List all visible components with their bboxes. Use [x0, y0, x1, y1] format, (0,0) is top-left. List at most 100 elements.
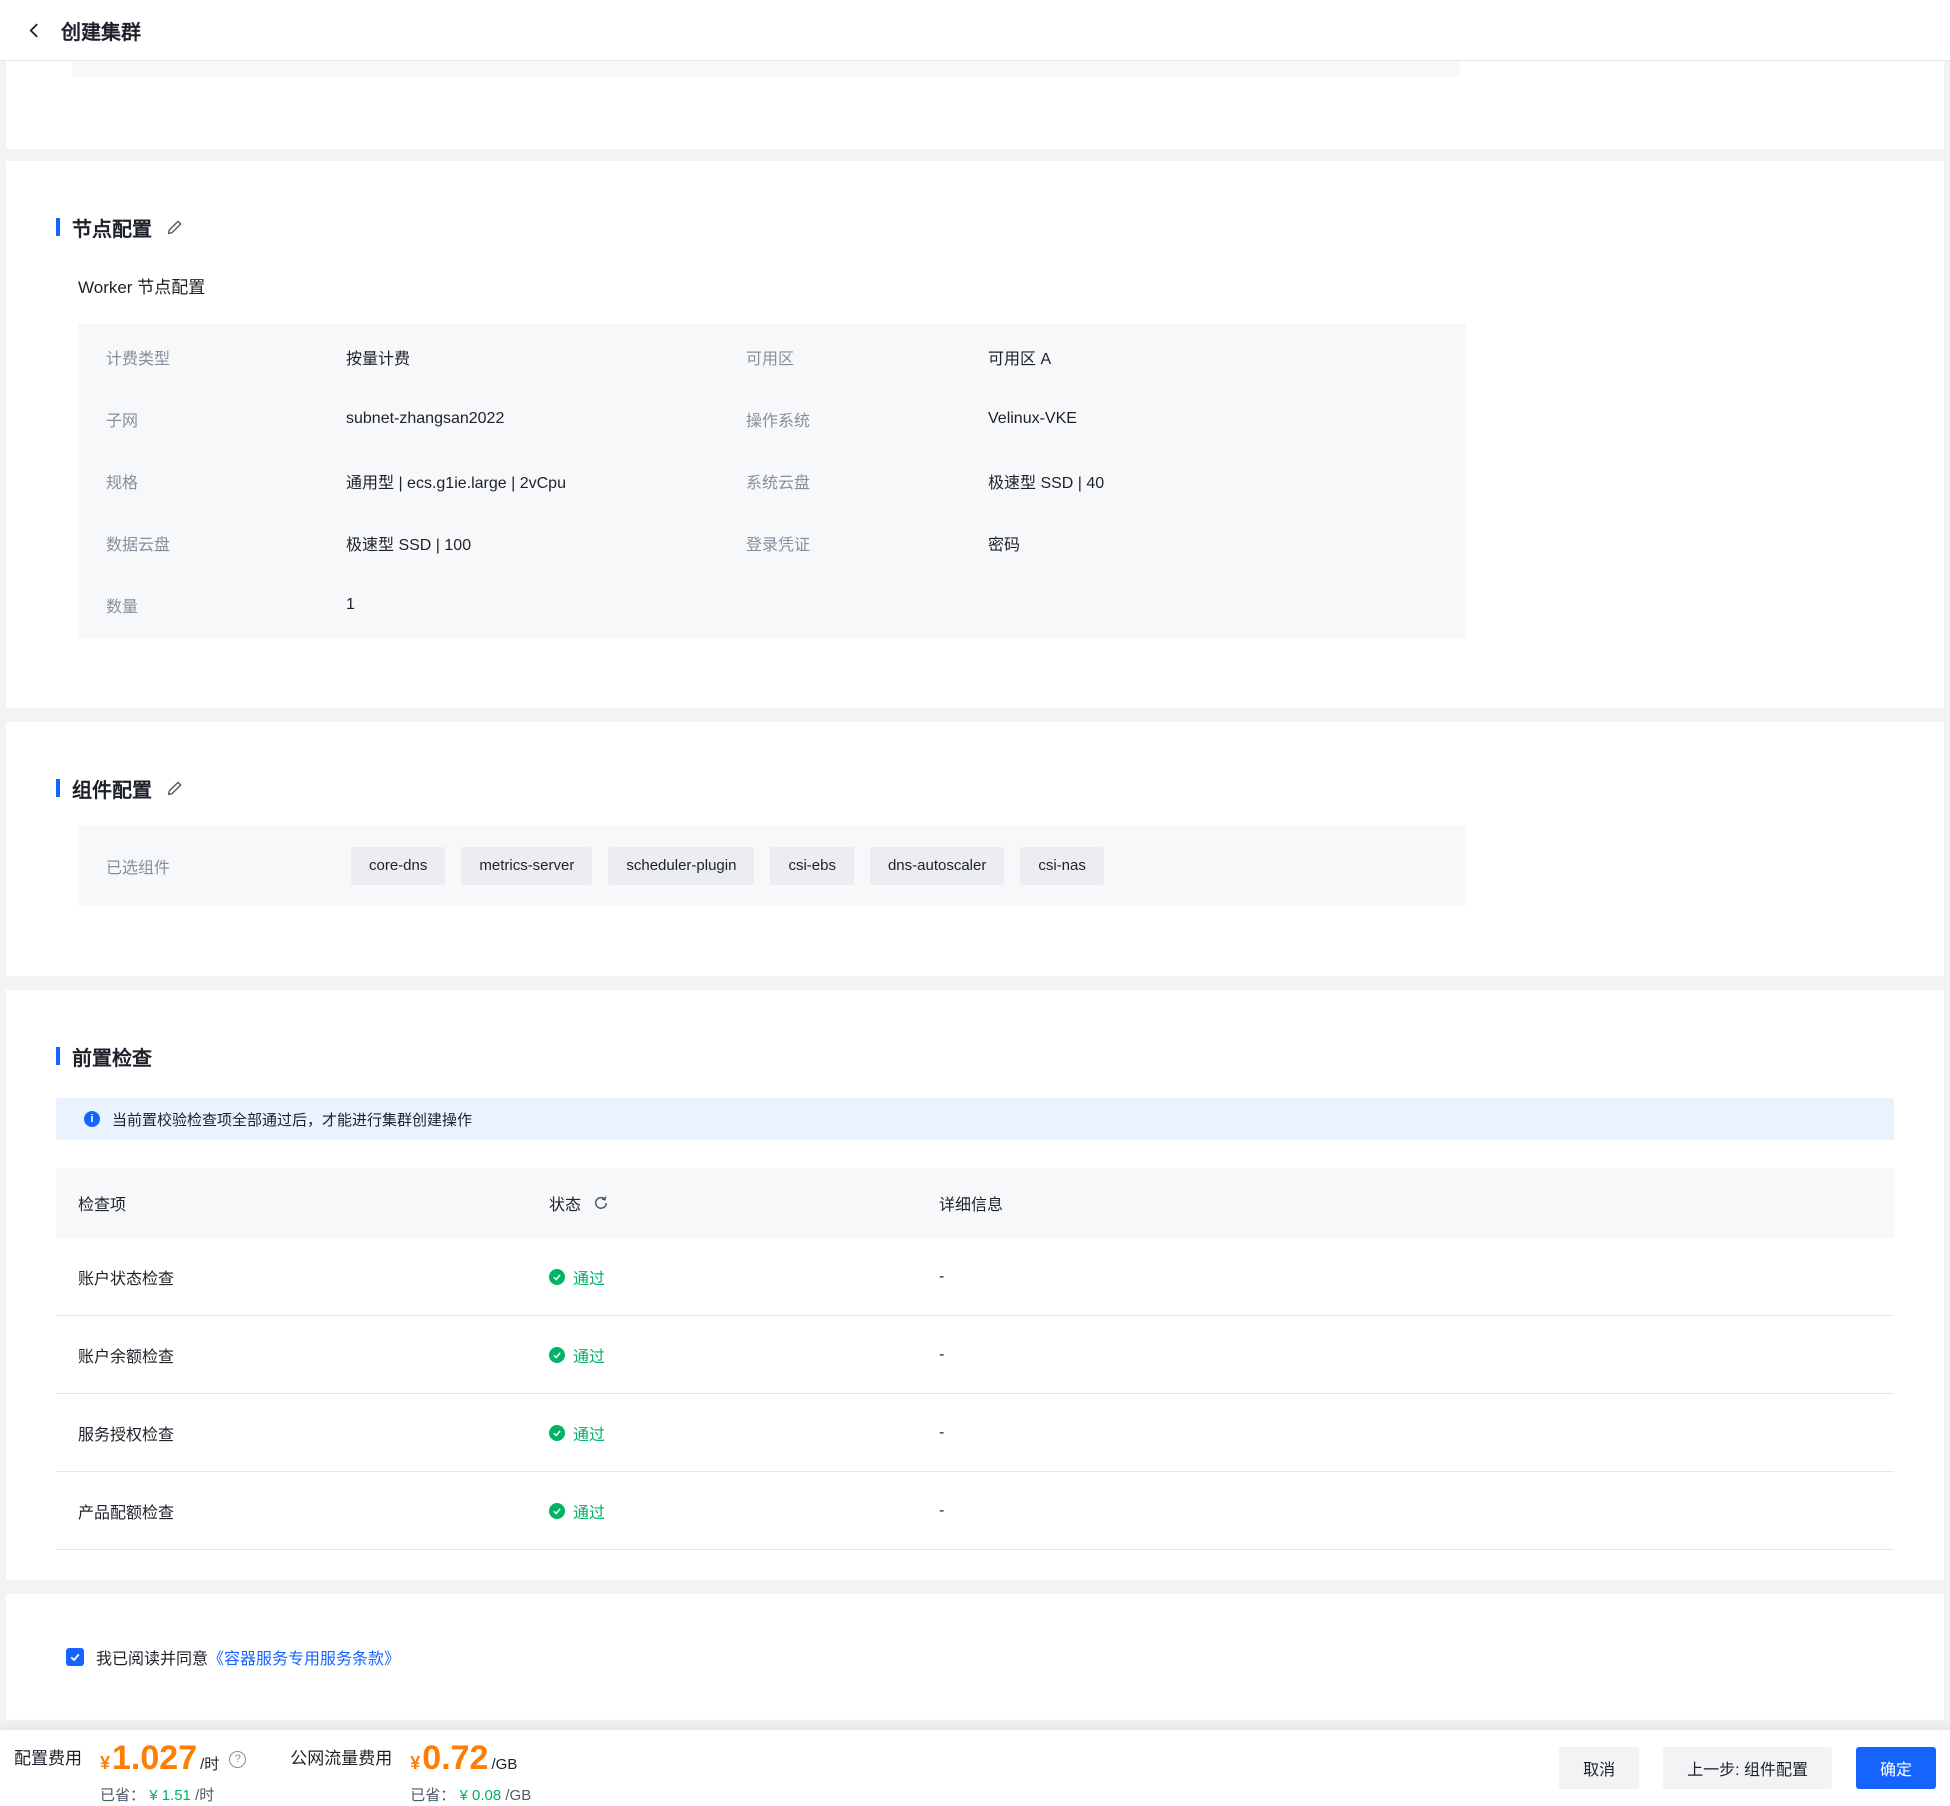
agreement-prefix: 我已阅读并同意 — [96, 1651, 208, 1668]
config-fee-amount: 1.027 — [112, 1736, 197, 1780]
status-pass: 通过 — [549, 1265, 605, 1289]
footer-bar: 配置费用 ¥ 1.027 /时 ? 已省： ¥ 1.51 /时 公网流量费用 ¥… — [0, 1730, 1950, 1806]
precheck-title: 前置检查 — [72, 1042, 152, 1071]
component-tag: csi-nas — [1020, 847, 1104, 885]
prev-step-button[interactable]: 上一步: 组件配置 — [1663, 1747, 1832, 1789]
selected-components-panel: 已选组件 core-dns metrics-server scheduler-p… — [78, 826, 1466, 906]
component-config-title-row: 组件配置 — [56, 776, 1894, 800]
component-tag: csi-ebs — [770, 847, 854, 885]
field-empty — [746, 574, 988, 636]
column-header-item: 检查项 — [56, 1191, 549, 1215]
table-row: 账户余额检查 通过 - — [56, 1316, 1894, 1394]
component-tag-list: core-dns metrics-server scheduler-plugin… — [351, 847, 1104, 885]
status-cell: 通过 — [549, 1421, 939, 1445]
check-circle-icon — [549, 1425, 565, 1441]
refresh-icon — [593, 1195, 609, 1211]
section-accent-bar — [56, 1047, 60, 1065]
precheck-table-header: 检查项 状态 详细信息 — [56, 1168, 1894, 1238]
saved-amount: ¥ 1.51 — [149, 1787, 191, 1804]
field-value: 极速型 SSD | 100 — [346, 512, 746, 574]
table-row: 服务授权检查 通过 - — [56, 1394, 1894, 1472]
status-cell: 通过 — [549, 1499, 939, 1523]
traffic-fee-column: ¥ 0.72 /GB 已省： ¥ 0.08 /GB — [410, 1736, 531, 1806]
agreement-text: 我已阅读并同意《容器服务专用服务条款》 — [96, 1645, 400, 1669]
detail-cell: - — [939, 1346, 1894, 1364]
status-text: 通过 — [573, 1421, 605, 1445]
saved-unit: /GB — [505, 1787, 531, 1804]
page-title: 创建集群 — [61, 16, 141, 45]
config-fee-label: 配置费用 — [14, 1736, 82, 1806]
component-tag: core-dns — [351, 847, 445, 885]
status-cell: 通过 — [549, 1265, 939, 1289]
field-empty — [988, 574, 1438, 636]
edit-component-config-button[interactable] — [166, 780, 183, 797]
component-tag: scheduler-plugin — [608, 847, 754, 885]
agreement-checkbox[interactable] — [66, 1648, 84, 1666]
selected-components-label: 已选组件 — [106, 854, 351, 878]
terms-link[interactable]: 《容器服务专用服务条款》 — [208, 1651, 400, 1668]
currency-symbol: ¥ — [100, 1753, 110, 1774]
section-accent-bar — [56, 218, 60, 236]
traffic-fee-group: 公网流量费用 ¥ 0.72 /GB 已省： ¥ 0.08 /GB — [290, 1736, 531, 1806]
field-value: 极速型 SSD | 40 — [988, 450, 1438, 512]
config-fee-price-row: ¥ 1.027 /时 ? — [100, 1736, 246, 1782]
table-row: 产品配额检查 通过 - — [56, 1472, 1894, 1550]
check-circle-icon — [549, 1347, 565, 1363]
check-circle-icon — [549, 1503, 565, 1519]
back-button[interactable] — [26, 22, 43, 39]
pencil-icon — [166, 780, 183, 797]
saved-amount: ¥ 0.08 — [459, 1787, 501, 1804]
component-config-title: 组件配置 — [72, 774, 152, 803]
page-content: 节点配置 Worker 节点配置 计费类型 按量计费 可用区 可用区 A 子网 … — [0, 61, 1950, 1720]
chevron-left-icon — [26, 22, 43, 39]
field-label: 操作系统 — [746, 388, 988, 450]
top-header: 创建集群 — [0, 0, 1950, 61]
field-label: 系统云盘 — [746, 450, 988, 512]
precheck-table: 检查项 状态 详细信息 账户状态检查 — [56, 1168, 1894, 1550]
field-label: 登录凭证 — [746, 512, 988, 574]
status-text: 通过 — [573, 1265, 605, 1289]
field-label: 规格 — [106, 450, 346, 512]
status-text: 通过 — [573, 1499, 605, 1523]
traffic-fee-amount: 0.72 — [422, 1736, 488, 1780]
panel-fragment — [72, 61, 1460, 77]
confirm-button[interactable]: 确定 — [1856, 1747, 1936, 1789]
node-config-title: 节点配置 — [72, 213, 152, 242]
refresh-status-button[interactable] — [593, 1195, 609, 1211]
detail-cell: - — [939, 1424, 1894, 1442]
cancel-button[interactable]: 取消 — [1559, 1747, 1639, 1789]
config-fee-saved-row: 已省： ¥ 1.51 /时 — [100, 1784, 246, 1805]
check-icon — [69, 1651, 81, 1663]
table-row: 账户状态检查 通过 - — [56, 1238, 1894, 1316]
check-item-cell: 账户状态检查 — [56, 1265, 549, 1289]
saved-label: 已省： — [410, 1787, 455, 1804]
column-header-detail: 详细信息 — [939, 1191, 1894, 1215]
worker-config-label: Worker 节点配置 — [78, 273, 1894, 298]
precheck-notice-text: 当前置校验检查项全部通过后，才能进行集群创建操作 — [112, 1109, 472, 1130]
config-fee-unit: /时 — [200, 1753, 219, 1774]
info-icon: i — [84, 1111, 100, 1127]
check-item-cell: 账户余额检查 — [56, 1343, 549, 1367]
currency-symbol: ¥ — [410, 1753, 420, 1774]
field-value: 按量计费 — [346, 326, 746, 388]
field-label: 数据云盘 — [106, 512, 346, 574]
help-icon[interactable]: ? — [229, 1751, 246, 1768]
pencil-icon — [166, 219, 183, 236]
field-value: Velinux-VKE — [988, 388, 1438, 450]
traffic-fee-saved-row: 已省： ¥ 0.08 /GB — [410, 1784, 531, 1805]
precheck-title-row: 前置检查 — [56, 1044, 1894, 1068]
detail-cell: - — [939, 1502, 1894, 1520]
field-value: 1 — [346, 574, 746, 636]
field-label: 子网 — [106, 388, 346, 450]
status-pass: 通过 — [549, 1343, 605, 1367]
status-text: 通过 — [573, 1343, 605, 1367]
edit-node-config-button[interactable] — [166, 219, 183, 236]
field-label: 数量 — [106, 574, 346, 636]
saved-unit: /时 — [195, 1787, 214, 1804]
precheck-notice-banner: i 当前置校验检查项全部通过后，才能进行集群创建操作 — [56, 1098, 1894, 1140]
field-value: 可用区 A — [988, 326, 1438, 388]
config-fee-column: ¥ 1.027 /时 ? 已省： ¥ 1.51 /时 — [100, 1736, 246, 1806]
status-pass: 通过 — [549, 1421, 605, 1445]
check-item-cell: 产品配额检查 — [56, 1499, 549, 1523]
scrolled-card-partial — [6, 61, 1944, 149]
